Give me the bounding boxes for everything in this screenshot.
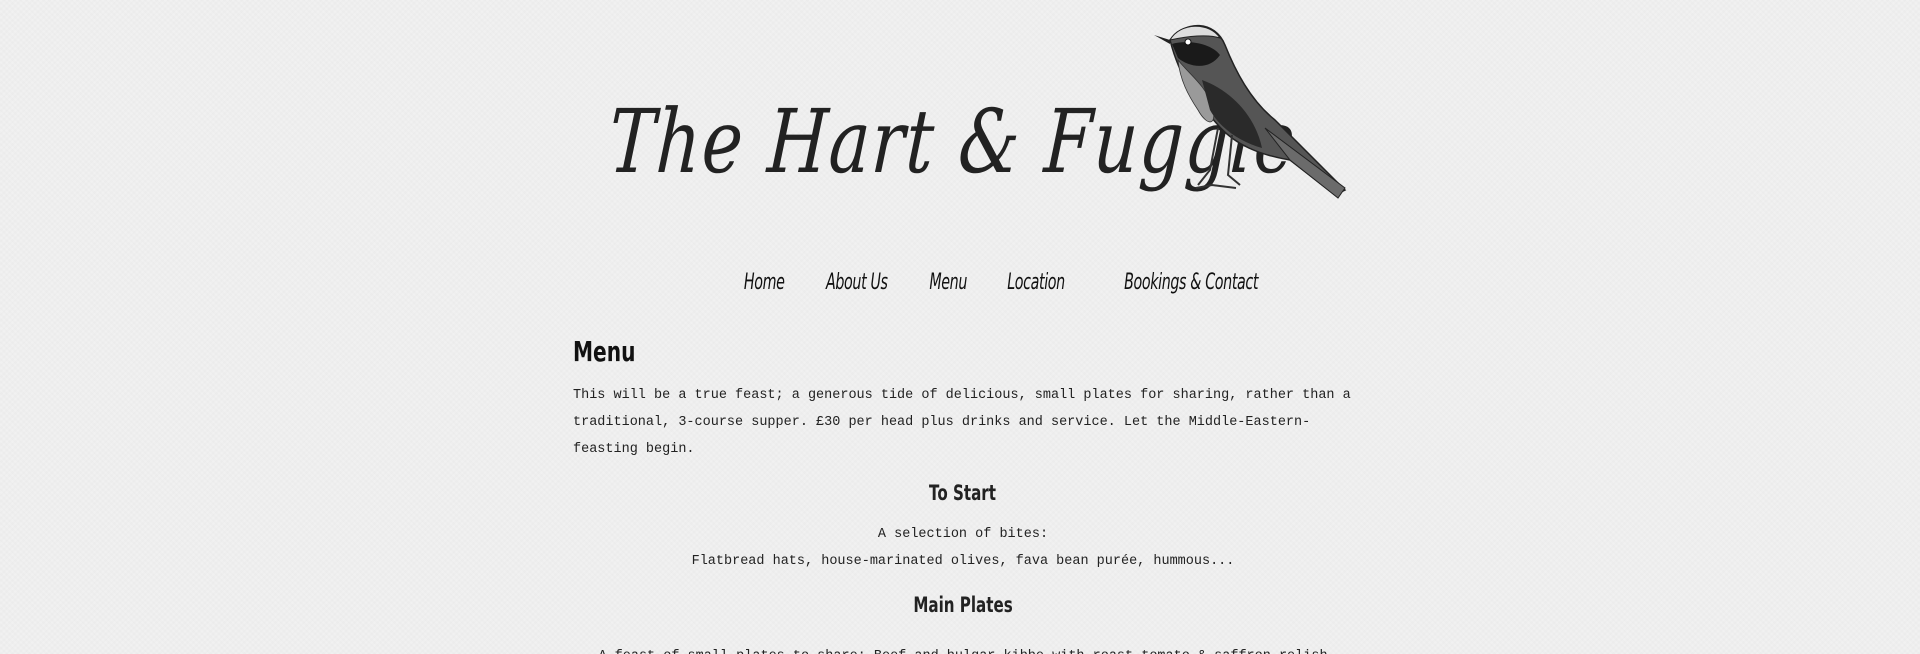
nav-about-us[interactable]: About Us (826, 270, 888, 295)
menu-intro-text: This will be a true feast; a generous ti… (573, 388, 1351, 457)
main-nav: Home About Us Menu Location Bookings & C… (50, 270, 1920, 295)
site-header: The Hart & Fuggle (600, 0, 1360, 240)
menu-line: Flatbread hats, house-marinated olives, … (691, 554, 1235, 569)
nav-location[interactable]: Location (1007, 270, 1065, 295)
main-content: Menu This will be a true feast; a genero… (573, 335, 1353, 654)
section-heading-to-start: To Start (929, 481, 997, 505)
nav-bookings-contact[interactable]: Bookings & Contact (1124, 270, 1258, 295)
menu-line: A feast of small plates to share: Beef a… (573, 643, 1353, 654)
nav-home[interactable]: Home (744, 270, 785, 295)
menu-line: A selection of bites: (877, 527, 1049, 542)
section-heading-main-plates: Main Plates (913, 593, 1013, 617)
bird-illustration-icon (1154, 24, 1347, 199)
nav-menu[interactable]: Menu (929, 270, 967, 295)
page-title: Menu (573, 335, 636, 368)
